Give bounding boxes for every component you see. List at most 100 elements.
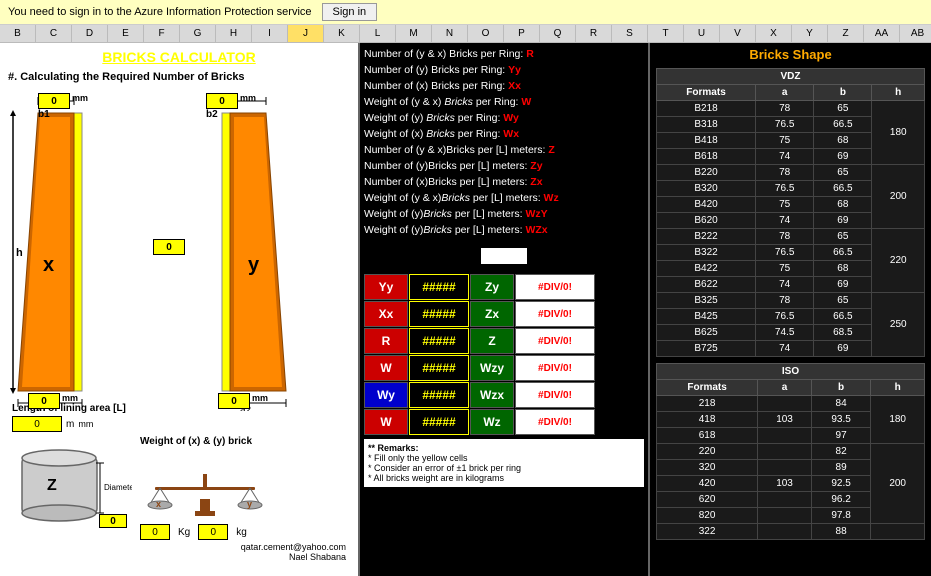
a2-input[interactable] [218,393,250,409]
vdz-fmt: B420 [657,197,756,213]
iso-b: 93.5 [811,412,870,428]
bottom-section: Length of lining area [L] m mm [8,401,350,564]
sheet-col-N[interactable]: N [432,25,468,42]
vdz-fmt: B318 [657,117,756,133]
formula-wy: Weight of (y) Bricks per Ring: Wy [364,111,644,126]
sheet-col-F[interactable]: F [144,25,180,42]
table-row: B2207865200 [657,165,925,181]
vdz-b: 66.5 [814,245,872,261]
result-xx-hash: ##### [409,301,469,327]
sheet-col-H[interactable]: H [216,25,252,42]
iso-b: 82 [811,444,870,460]
b1-label: b1 [38,109,50,120]
sheet-col-I[interactable]: I [252,25,288,42]
result-w-hash: ##### [409,355,469,381]
remarks-title: ** Remarks: [368,443,640,453]
sheet-col-G[interactable]: G [180,25,216,42]
formula-z: Number of (y & x)Bricks per [L] meters: … [364,143,644,158]
vdz-h: 250 [872,293,925,357]
sheet-col-E[interactable]: E [108,25,144,42]
diagram-area: x y h a1 [8,91,348,411]
sheet-col-Y[interactable]: Y [792,25,828,42]
scale-svg: x y [140,449,270,519]
result-grid: Yy ##### Zy #DIV/0! Xx ##### Zx #DIV/0! … [364,274,644,435]
vdz-a: 74 [756,277,814,293]
vdz-a: 75 [756,133,814,149]
iso-table: ISO Formats a b h 2188418041810393.56189… [656,363,925,540]
sheet-col-Z[interactable]: Z [828,25,864,42]
sheet-col-C[interactable]: C [36,25,72,42]
a1-input[interactable] [28,393,60,409]
right-panel: Bricks Shape VDZ Formats a b h B21878651… [650,43,931,576]
vdz-a: 75 [756,197,814,213]
b1-top-input[interactable] [38,93,70,109]
sheet-col-L[interactable]: L [360,25,396,42]
vdz-h: 200 [872,165,925,229]
vdz-a: 76.5 [756,117,814,133]
result-w2-label: W [364,409,408,435]
table-row: 21884180 [657,396,925,412]
result-zy-error: #DIV/0! [515,274,595,300]
vdz-col-b: b [814,85,872,101]
cylinder-area: Z Diameter [Ø] [12,448,132,528]
sheet-col-U[interactable]: U [684,25,720,42]
result-wzx-label: Wzx [470,382,514,408]
svg-text:y: y [247,499,252,509]
length-input[interactable] [12,416,62,432]
kg1-input[interactable] [140,524,170,540]
iso-a: 103 [758,412,812,428]
sheet-col-AA[interactable]: AA [864,25,900,42]
sheet-col-T[interactable]: T [648,25,684,42]
sheet-col-P[interactable]: P [504,25,540,42]
sheet-col-O[interactable]: O [468,25,504,42]
left-panel: BRICKS CALCULATOR #. Calculating the Req… [0,43,360,576]
vdz-a: 74.5 [756,325,814,341]
sheet-col-J[interactable]: J [288,25,324,42]
formula-zx: Number of (x)Bricks per [L] meters: Zx [364,175,644,190]
sign-in-button[interactable]: Sign in [322,3,378,21]
top-bar: You need to sign in to the Azure Informa… [0,0,931,25]
table-row: B3257865250 [657,293,925,309]
sheet-col-R[interactable]: R [576,25,612,42]
iso-b: 92.5 [811,476,870,492]
b2-top-input[interactable] [206,93,238,109]
kg2-label: kg [236,527,247,538]
formula-xx: Number of (x) Bricks per Ring: Xx [364,79,644,94]
iso-a [758,428,812,444]
iso-a [758,444,812,460]
sheet-col-V[interactable]: V [720,25,756,42]
vdz-b: 66.5 [814,309,872,325]
iso-b: 97 [811,428,870,444]
result-w2-hash: ##### [409,409,469,435]
sheet-col-X[interactable]: X [756,25,792,42]
iso-a [758,396,812,412]
vdz-b: 69 [814,277,872,293]
top-bar-message: You need to sign in to the Azure Informa… [8,6,312,18]
diameter-input[interactable] [99,514,127,528]
result-wy-hash: ##### [409,382,469,408]
sheet-col-AB[interactable]: AB [900,25,931,42]
iso-b: 89 [811,460,870,476]
sheet-col-K[interactable]: K [324,25,360,42]
sheet-col-M[interactable]: M [396,25,432,42]
sheet-col-S[interactable]: S [612,25,648,42]
vdz-fmt: B218 [657,101,756,117]
formula-wx: Weight of (x) Bricks per Ring: Wx [364,127,644,142]
vdz-fmt: B220 [657,165,756,181]
sheet-col-Q[interactable]: Q [540,25,576,42]
sheet-col-B[interactable]: B [0,25,36,42]
weight-xy-label: Weight of (x) & (y) brick [140,436,346,447]
kg2-input[interactable] [198,524,228,540]
vdz-a: 78 [756,101,814,117]
iso-a [758,460,812,476]
calc-subtitle: #. Calculating the Required Number of Br… [8,71,350,83]
svg-text:x: x [156,499,161,509]
result-zy-label: Zy [470,274,514,300]
length-unit: m [66,419,74,430]
vdz-b: 66.5 [814,181,872,197]
main-content: BRICKS CALCULATOR #. Calculating the Req… [0,43,931,576]
sheet-col-D[interactable]: D [72,25,108,42]
mm-label-4: mm [252,393,268,403]
vdz-fmt: B422 [657,261,756,277]
h-input[interactable] [153,239,185,255]
